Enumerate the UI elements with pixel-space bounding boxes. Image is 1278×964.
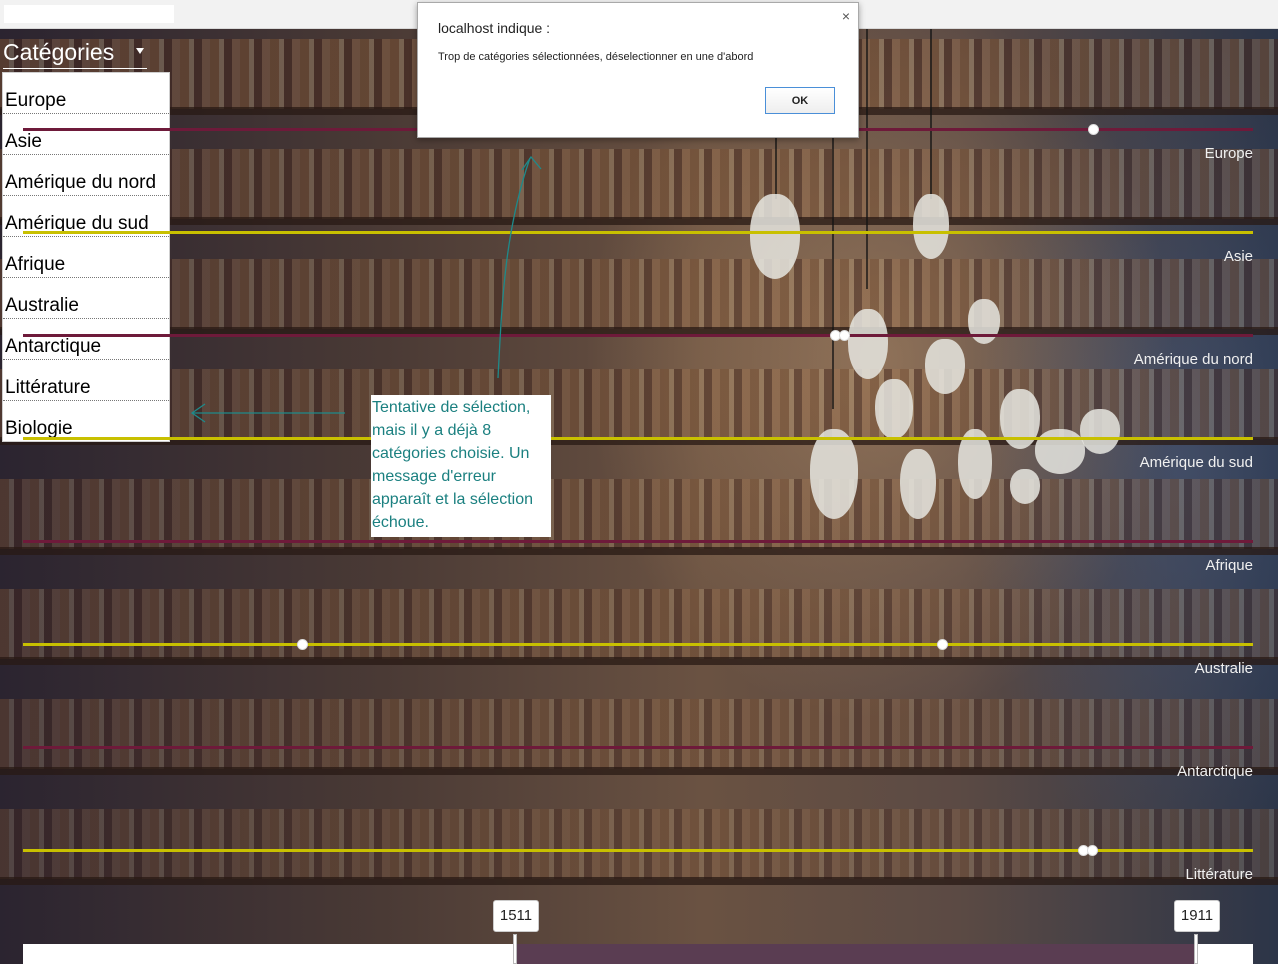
event-dot[interactable] xyxy=(1087,845,1098,856)
alert-dialog: localhost indique : × Trop de catégories… xyxy=(417,2,859,138)
menu-item-antarctique[interactable]: Antarctique xyxy=(3,319,169,360)
track-line-litterature xyxy=(23,849,1253,852)
menu-item-litterature[interactable]: Littérature xyxy=(3,360,169,401)
range-end-label: 1911 xyxy=(1174,900,1220,932)
menu-item-europe[interactable]: Europe xyxy=(3,73,169,114)
categories-dropdown-label: Catégories xyxy=(3,39,115,65)
range-start-handle[interactable] xyxy=(513,934,517,964)
menu-item-amerique-du-nord[interactable]: Amérique du nord xyxy=(3,155,169,196)
library-background-image xyxy=(0,29,1278,964)
track-label-afrique: Afrique xyxy=(1205,557,1253,574)
track-line-afrique xyxy=(23,540,1253,543)
track-label-australie: Australie xyxy=(1194,660,1253,677)
menu-item-biologie[interactable]: Biologie xyxy=(3,401,169,441)
address-area xyxy=(4,5,174,23)
ok-button[interactable]: OK xyxy=(765,87,835,114)
range-end-handle[interactable] xyxy=(1194,934,1198,964)
categories-dropdown[interactable]: Catégories xyxy=(3,36,147,69)
track-label-asie: Asie xyxy=(1223,248,1253,265)
track-label-amerique-du-nord: Amérique du nord xyxy=(1133,351,1253,368)
track-line-amerique-du-nord xyxy=(23,334,1253,337)
event-dot[interactable] xyxy=(937,639,948,650)
dialog-message: Trop de catégories sélectionnées, désele… xyxy=(438,51,754,63)
track-label-antarctique: Antarctique xyxy=(1177,763,1253,780)
dialog-title: localhost indique : xyxy=(438,20,551,36)
track-line-asie xyxy=(23,231,1253,234)
range-start-label: 1511 xyxy=(493,900,539,932)
caret-down-icon xyxy=(136,48,144,54)
menu-item-afrique[interactable]: Afrique xyxy=(3,237,169,278)
menu-item-australie[interactable]: Australie xyxy=(3,278,169,319)
track-label-litterature: Littérature xyxy=(1185,866,1253,883)
event-dot[interactable] xyxy=(839,330,850,341)
annotation-note: Tentative de sélection, mais il y a déjà… xyxy=(371,395,551,537)
close-icon[interactable]: × xyxy=(842,8,850,24)
track-line-australie xyxy=(23,643,1253,646)
track-line-antarctique xyxy=(23,746,1253,749)
track-label-europe: Europe xyxy=(1204,145,1253,162)
event-dot[interactable] xyxy=(1088,124,1099,135)
track-line-amerique-du-sud xyxy=(23,437,1253,440)
year-range-fill xyxy=(516,944,1196,964)
track-label-amerique-du-sud: Amérique du sud xyxy=(1139,454,1253,471)
event-dot[interactable] xyxy=(297,639,308,650)
menu-item-asie[interactable]: Asie xyxy=(3,114,169,155)
